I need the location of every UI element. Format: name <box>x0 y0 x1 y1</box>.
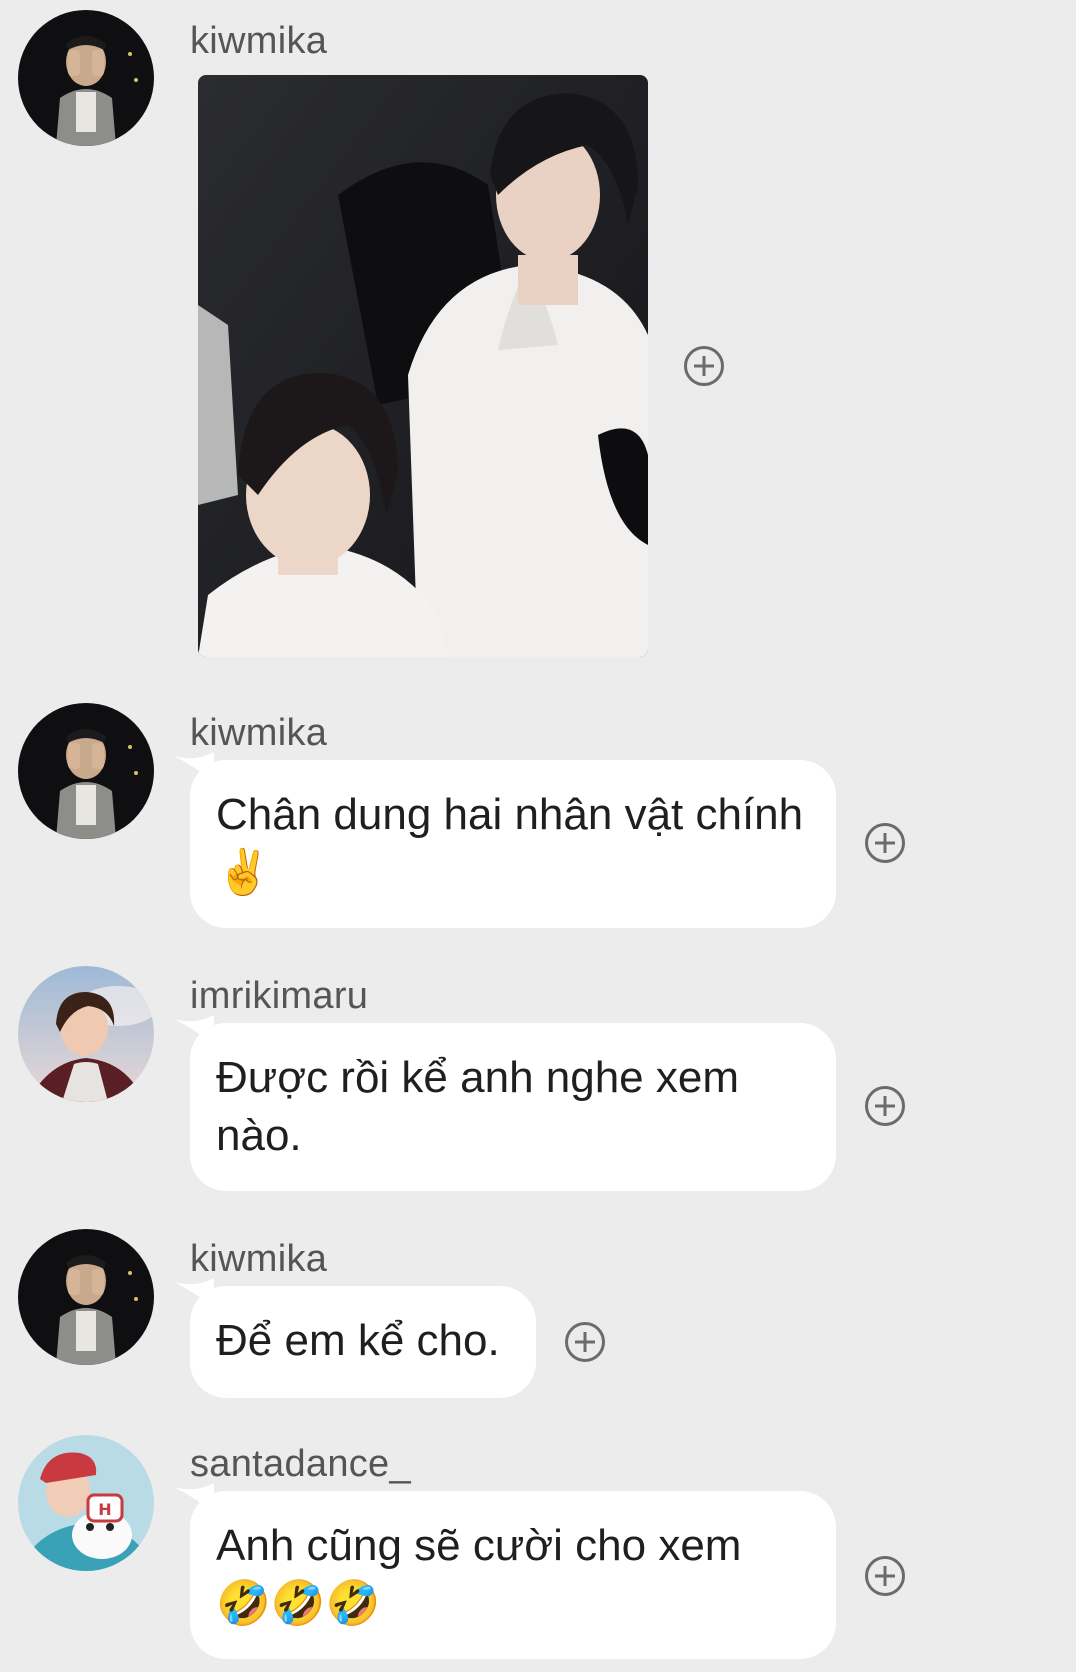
add-reaction-button[interactable] <box>865 1086 905 1126</box>
sender-name: santadance_ <box>190 1443 411 1485</box>
avatar[interactable] <box>18 703 154 839</box>
sender-name: kiwmika <box>190 712 328 754</box>
sender-name: kiwmika <box>190 1238 328 1280</box>
add-reaction-button[interactable] <box>684 346 724 386</box>
message-text: Chân dung hai nhân vật chính ✌️ <box>216 790 804 897</box>
message-text: Anh cũng sẽ cười cho xem 🤣🤣🤣 <box>216 1521 742 1628</box>
sender-name: imrikimaru <box>190 975 369 1017</box>
add-reaction-button[interactable] <box>565 1322 605 1362</box>
sender-name: kiwmika <box>190 20 328 62</box>
message-bubble[interactable]: Được rồi kể anh nghe xem nào. <box>190 1023 836 1191</box>
add-reaction-button[interactable] <box>865 823 905 863</box>
message-bubble[interactable]: Chân dung hai nhân vật chính ✌️ <box>190 760 836 928</box>
avatar[interactable] <box>18 966 154 1102</box>
avatar[interactable]: H <box>18 1435 154 1571</box>
message-bubble[interactable]: Anh cũng sẽ cười cho xem 🤣🤣🤣 <box>190 1491 836 1659</box>
message-text: Để em kể cho. <box>216 1316 500 1365</box>
add-reaction-button[interactable] <box>865 1556 905 1596</box>
chat-thread: kiwmika kiwmika Chân dung hai nhân vật c… <box>0 0 1076 1672</box>
avatar[interactable] <box>18 1229 154 1365</box>
shared-photo[interactable] <box>198 75 648 657</box>
message-bubble[interactable]: Để em kể cho. <box>190 1286 536 1398</box>
message-text: Được rồi kể anh nghe xem nào. <box>216 1053 739 1160</box>
avatar[interactable] <box>18 10 154 146</box>
svg-text:H: H <box>98 1500 111 1519</box>
